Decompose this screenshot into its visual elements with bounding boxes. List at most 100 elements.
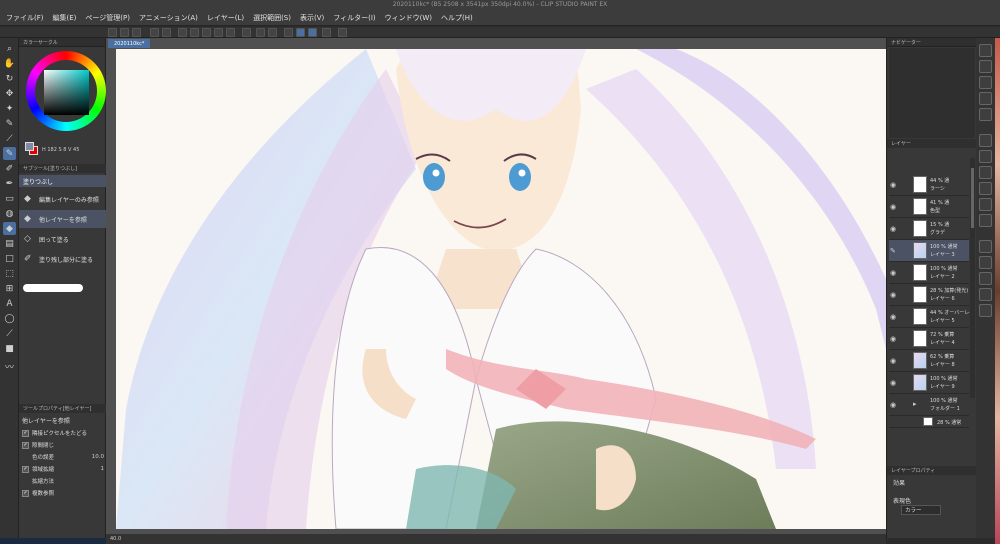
panel-toggle-icon[interactable]: [979, 92, 992, 105]
property-row[interactable]: ✓ 隣接ピクセルをたどる: [22, 428, 104, 438]
canvas-tab[interactable]: 2020110kc*: [108, 39, 151, 48]
panel-toggle-icon[interactable]: [979, 44, 992, 57]
menu-filter[interactable]: フィルター(I): [333, 13, 375, 23]
layer-row[interactable]: ◉ 15 % 通グラデ: [889, 218, 969, 240]
move-icon[interactable]: ✥: [3, 87, 16, 100]
layer-row[interactable]: ◉ 41 % 通色型: [889, 196, 969, 218]
figure-icon[interactable]: ⬚: [3, 267, 16, 280]
checkbox[interactable]: ✓: [22, 441, 29, 449]
eye-icon[interactable]: ◉: [890, 357, 896, 365]
pencil-icon[interactable]: ✎: [3, 147, 16, 160]
scroll-thumb[interactable]: [971, 168, 974, 228]
wave-icon[interactable]: 〰: [3, 360, 16, 373]
correction-icon[interactable]: ⟋: [3, 327, 16, 340]
subtool-item[interactable]: ◆ 他レイヤーを参照: [19, 210, 106, 228]
panel-toggle-icon[interactable]: [979, 108, 992, 121]
text-icon[interactable]: A: [3, 297, 16, 310]
redo-icon[interactable]: [162, 28, 171, 37]
invert-icon[interactable]: [214, 28, 223, 37]
checkbox[interactable]: ✓: [22, 489, 29, 497]
gradient-icon[interactable]: ▤: [3, 237, 16, 250]
subtool-item[interactable]: ◆ 編集レイヤーのみ参照: [19, 190, 106, 208]
help-icon[interactable]: [338, 28, 347, 37]
snap-grid-icon[interactable]: [308, 28, 317, 37]
panel-toggle-icon[interactable]: [979, 256, 992, 269]
layer-row[interactable]: ◉ 62 % 乗算 レイヤー 8: [889, 350, 969, 372]
layer-row[interactable]: ✎ 100 % 通常 レイヤー 3: [889, 240, 969, 262]
property-value[interactable]: 1: [101, 466, 105, 472]
clear-icon[interactable]: [178, 28, 187, 37]
panel-toggle-icon[interactable]: [979, 134, 992, 147]
menu-window[interactable]: ウィンドウ(W): [385, 13, 432, 23]
menu-help[interactable]: ヘルプ(H): [441, 13, 473, 23]
ruler-icon[interactable]: [284, 28, 293, 37]
panel-toggle-icon[interactable]: [979, 60, 992, 73]
panel-toggle-icon[interactable]: [979, 240, 992, 253]
layer-row[interactable]: ◉ 28 % 加算(発光) レイヤー 6: [889, 284, 969, 306]
save-icon[interactable]: [132, 28, 141, 37]
eraser-icon[interactable]: ▭: [3, 192, 16, 205]
panel-toggle-icon[interactable]: [979, 166, 992, 179]
blend-icon[interactable]: ◍: [3, 207, 16, 220]
snap-ruler-icon[interactable]: [296, 28, 305, 37]
layer-row[interactable]: ◉ 100 % 通常 レイヤー 2: [889, 262, 969, 284]
rotate-icon[interactable]: ↻: [3, 72, 16, 85]
menu-selection[interactable]: 選択範囲(S): [253, 13, 291, 23]
property-row[interactable]: 拡縮方法: [22, 476, 104, 486]
fill-icon[interactable]: ◆: [3, 222, 16, 235]
transform-icon[interactable]: [190, 28, 199, 37]
layer-scrollbar[interactable]: [970, 158, 975, 398]
pen-snap-icon[interactable]: [256, 28, 265, 37]
zoom-readout[interactable]: 40.0: [110, 536, 121, 542]
pen-icon[interactable]: ✎: [3, 117, 16, 130]
balloon-icon[interactable]: ◯: [3, 312, 16, 325]
panel-toggle-icon[interactable]: [979, 272, 992, 285]
menu-view[interactable]: 表示(V): [300, 13, 324, 23]
crop-icon[interactable]: [226, 28, 235, 37]
eye-icon[interactable]: ◉: [890, 181, 896, 189]
menu-file[interactable]: ファイル(F): [6, 13, 44, 23]
pen-icon[interactable]: ✎: [890, 247, 896, 255]
search-icon[interactable]: ⌕: [3, 42, 16, 55]
star-icon[interactable]: ✦: [3, 102, 16, 115]
subtool-item[interactable]: ◇ 囲って塗る: [19, 230, 106, 248]
layer-row[interactable]: 28 % 通常: [889, 416, 969, 428]
panel-toggle-icon[interactable]: [979, 150, 992, 163]
ruler-snap-icon[interactable]: [268, 28, 277, 37]
deselect-icon[interactable]: [202, 28, 211, 37]
layer-folder-row[interactable]: ◉ ▸ 100 % 通常 フォルダー 1: [889, 394, 969, 416]
frame-icon[interactable]: ⊞: [3, 282, 16, 295]
panel-toggle-icon[interactable]: [979, 76, 992, 89]
shape-icon[interactable]: □: [3, 252, 16, 265]
eye-icon[interactable]: ◉: [890, 379, 896, 387]
panel-toggle-icon[interactable]: [979, 198, 992, 211]
panel-toggle-icon[interactable]: [979, 182, 992, 195]
layer-row[interactable]: ◉ 72 % 乗算 レイヤー 4: [889, 328, 969, 350]
layer-row[interactable]: ◉ 44 % オーバーレイ レイヤー 5: [889, 306, 974, 328]
property-row[interactable]: ✓ 隙間閉じ: [22, 440, 104, 450]
checkbox[interactable]: ✓: [22, 429, 29, 437]
open-icon[interactable]: [120, 28, 129, 37]
panel-toggle-icon[interactable]: [979, 304, 992, 317]
eye-icon[interactable]: ◉: [890, 335, 896, 343]
property-value[interactable]: 10.0: [92, 454, 104, 460]
eye-icon[interactable]: ◉: [890, 313, 896, 321]
expression-color-select[interactable]: カラー: [901, 505, 941, 515]
eye-icon[interactable]: ◉: [890, 269, 896, 277]
new-icon[interactable]: [108, 28, 117, 37]
eyedropper-icon[interactable]: ⟋: [3, 132, 16, 145]
panel-toggle-icon[interactable]: [979, 288, 992, 301]
subtool-item[interactable]: ✐ 塗り残し部分に塗る: [19, 250, 106, 268]
eye-icon[interactable]: ◉: [890, 203, 896, 211]
folder-icon[interactable]: ▸: [913, 400, 917, 408]
menu-page[interactable]: ページ管理(P): [85, 13, 130, 23]
menu-edit[interactable]: 編集(E): [53, 13, 77, 23]
navigator-preview[interactable]: [889, 48, 975, 138]
saturation-value-square[interactable]: [44, 70, 89, 115]
settings-icon[interactable]: [322, 28, 331, 37]
property-row[interactable]: ✓ 複数参照: [22, 488, 104, 498]
artboard[interactable]: [116, 49, 886, 529]
color-icon[interactable]: ■: [3, 342, 16, 355]
undo-icon[interactable]: [150, 28, 159, 37]
foreground-color-swatch[interactable]: [25, 142, 34, 151]
